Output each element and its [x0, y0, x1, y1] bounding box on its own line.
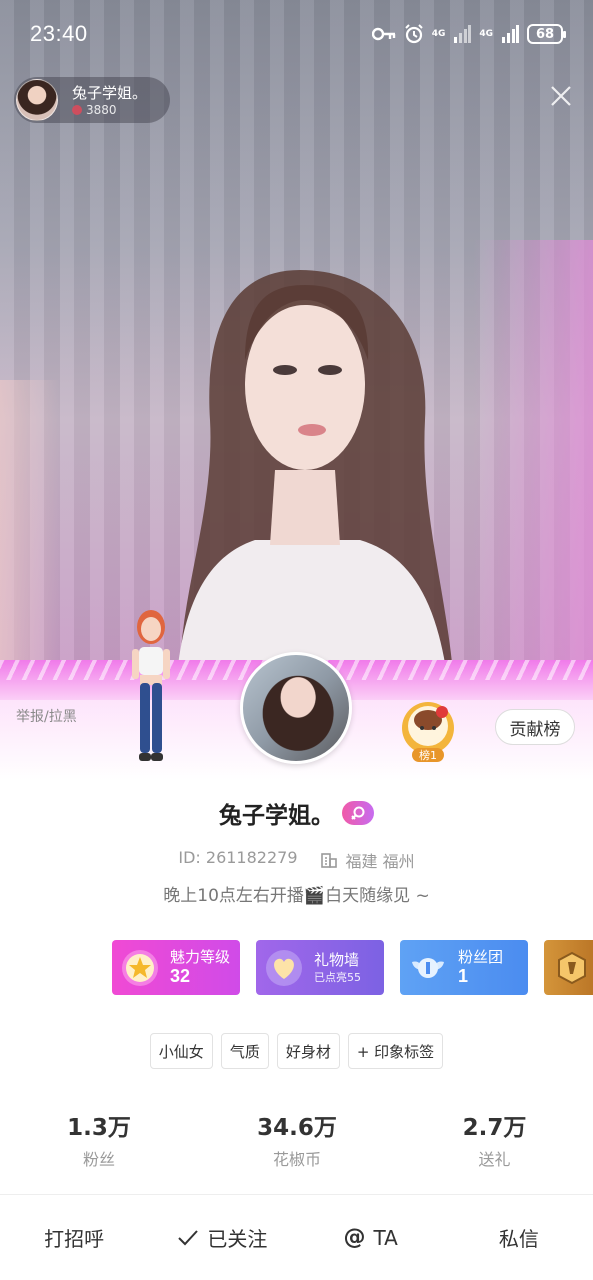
at-icon: @	[343, 1225, 366, 1250]
fan-club-card[interactable]: 粉丝团 1	[400, 940, 528, 995]
coin-icon	[72, 104, 82, 115]
female-gender-icon	[342, 801, 374, 825]
impression-tags: 小仙女 气质 好身材 + 印象标签	[0, 1033, 593, 1069]
stat-gifts-sent[interactable]: 2.7万 送礼	[396, 1108, 593, 1170]
status-time: 23:40	[30, 21, 88, 46]
more-badge-card[interactable]	[544, 940, 593, 995]
rank-badge-icon[interactable]: 榜1	[398, 700, 458, 762]
status-icons: 4G 4G 68	[371, 24, 566, 44]
contribution-ranking-button[interactable]: 贡献榜	[495, 709, 575, 745]
key-icon	[371, 27, 395, 41]
building-icon	[320, 853, 337, 868]
mention-label: TA	[373, 1225, 398, 1250]
stat-fans[interactable]: 1.3万 粉丝	[0, 1108, 198, 1170]
followed-button[interactable]: 已关注	[148, 1223, 296, 1252]
profile-location-text: 福建 福州	[345, 852, 415, 871]
tag-item[interactable]: 气质	[220, 1033, 269, 1069]
mention-button[interactable]: @ TA	[297, 1225, 445, 1250]
stat-coins-label: 花椒币	[272, 1150, 321, 1169]
gift-wall-card[interactable]: 礼物墙 已点亮55	[256, 940, 384, 995]
streamer-name: 兔子学姐。	[72, 83, 148, 102]
medal-icon	[558, 951, 586, 984]
gift-wall-title: 礼物墙	[314, 950, 360, 969]
fan-club-title: 粉丝团	[458, 948, 504, 966]
network-type-1: 4G	[431, 29, 446, 39]
profile-info-row: ID: 261182279 福建 福州	[0, 848, 593, 872]
streamer-score-row: 3880	[72, 103, 147, 117]
charm-level-card[interactable]: 魅力等级 32	[112, 940, 240, 995]
profile-location: 福建 福州	[320, 848, 415, 872]
profile-stats: 1.3万 粉丝 34.6万 花椒币 2.7万 送礼	[0, 1108, 593, 1170]
stat-coins-value: 34.6万	[257, 1115, 337, 1141]
streamer-score: 3880	[86, 102, 117, 117]
gift-wall-sub: 已点亮55	[314, 970, 361, 984]
stat-fans-value: 1.3万	[67, 1115, 131, 1141]
signal-icon	[454, 25, 472, 43]
stat-coins[interactable]: 34.6万 花椒币	[198, 1108, 396, 1170]
battery-icon: 68	[527, 24, 566, 44]
stat-fans-label: 粉丝	[82, 1150, 115, 1169]
followed-label: 已关注	[207, 1227, 268, 1251]
stat-gifts-value: 2.7万	[462, 1115, 527, 1141]
tag-item[interactable]: 小仙女	[149, 1033, 213, 1069]
network-type-2: 4G	[479, 29, 493, 39]
fan-club-value: 1	[458, 966, 469, 986]
heart-icon	[266, 949, 302, 986]
profile-avatar[interactable]	[240, 652, 352, 764]
message-label: 私信	[498, 1227, 539, 1251]
streamer-avatar[interactable]	[16, 79, 58, 121]
report-block-link[interactable]: 举报/拉黑	[16, 706, 77, 726]
alarm-icon	[404, 24, 423, 44]
streamer-chip[interactable]: 兔子学姐。 3880	[14, 77, 170, 123]
greet-button[interactable]: 打招呼	[0, 1223, 148, 1252]
add-impression-tag-button[interactable]: + 印象标签	[347, 1033, 444, 1069]
star-icon	[122, 949, 158, 986]
close-icon[interactable]	[549, 84, 573, 108]
fan-club-badge-icon	[412, 957, 444, 978]
greet-label: 打招呼	[44, 1227, 105, 1251]
rank-badge-label: 榜1	[419, 748, 437, 762]
virtual-avatar-figure[interactable]	[122, 605, 180, 770]
streamer-info: 兔子学姐。 3880	[72, 84, 147, 117]
charm-level-value: 32	[170, 966, 191, 986]
status-bar: 23:40 4G 4G 68	[0, 0, 593, 68]
profile-id: ID: 261182279	[178, 848, 298, 867]
check-icon	[178, 1229, 199, 1245]
signal-icon	[502, 25, 519, 43]
charm-level-title: 魅力等级	[170, 948, 231, 966]
stat-gifts-label: 送礼	[478, 1150, 511, 1169]
action-bar: 打招呼 已关注 @ TA 私信	[0, 1194, 593, 1280]
tag-item[interactable]: 好身材	[276, 1033, 340, 1069]
profile-name: 兔子学姐。	[219, 803, 334, 829]
message-button[interactable]: 私信	[445, 1223, 593, 1252]
profile-name-row: 兔子学姐。	[0, 796, 593, 830]
profile-bio: 晚上10点左右开播🎬白天随缘见 ~	[163, 886, 430, 906]
